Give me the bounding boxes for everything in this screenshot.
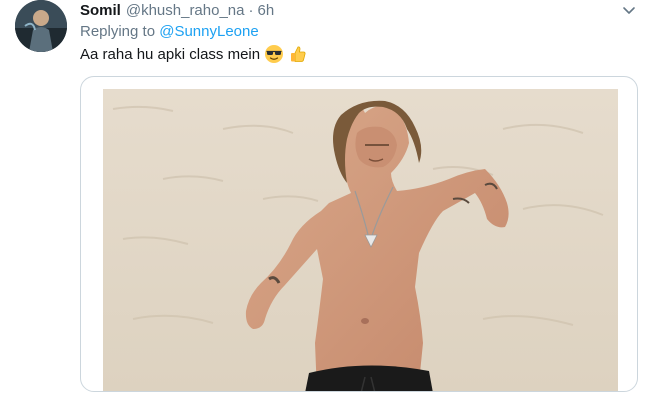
- thumbs-up-emoji: [288, 44, 308, 64]
- display-name[interactable]: Somil: [80, 2, 121, 19]
- tweet-photo[interactable]: [103, 89, 618, 391]
- sunglasses-face-emoji: [264, 44, 284, 64]
- timestamp[interactable]: 6h: [258, 2, 275, 19]
- reply-mention-link[interactable]: @SunnyLeone: [159, 23, 258, 40]
- reply-context: Replying to @SunnyLeone: [80, 23, 259, 40]
- tweet-card[interactable]: Somil @khush_raho_na · 6h Replying to @S…: [0, 0, 659, 402]
- tweet-header: Somil @khush_raho_na · 6h: [80, 0, 274, 20]
- chevron-down-icon[interactable]: [621, 2, 637, 18]
- tweet-text: Aa raha hu apki class mein: [80, 44, 308, 64]
- avatar[interactable]: [15, 0, 67, 52]
- reply-prefix: Replying to: [80, 23, 156, 40]
- tweet-body: Aa raha hu apki class mein: [80, 45, 261, 63]
- user-handle[interactable]: @khush_raho_na: [126, 2, 245, 19]
- separator-dot: ·: [248, 1, 254, 19]
- media-container: [80, 76, 638, 392]
